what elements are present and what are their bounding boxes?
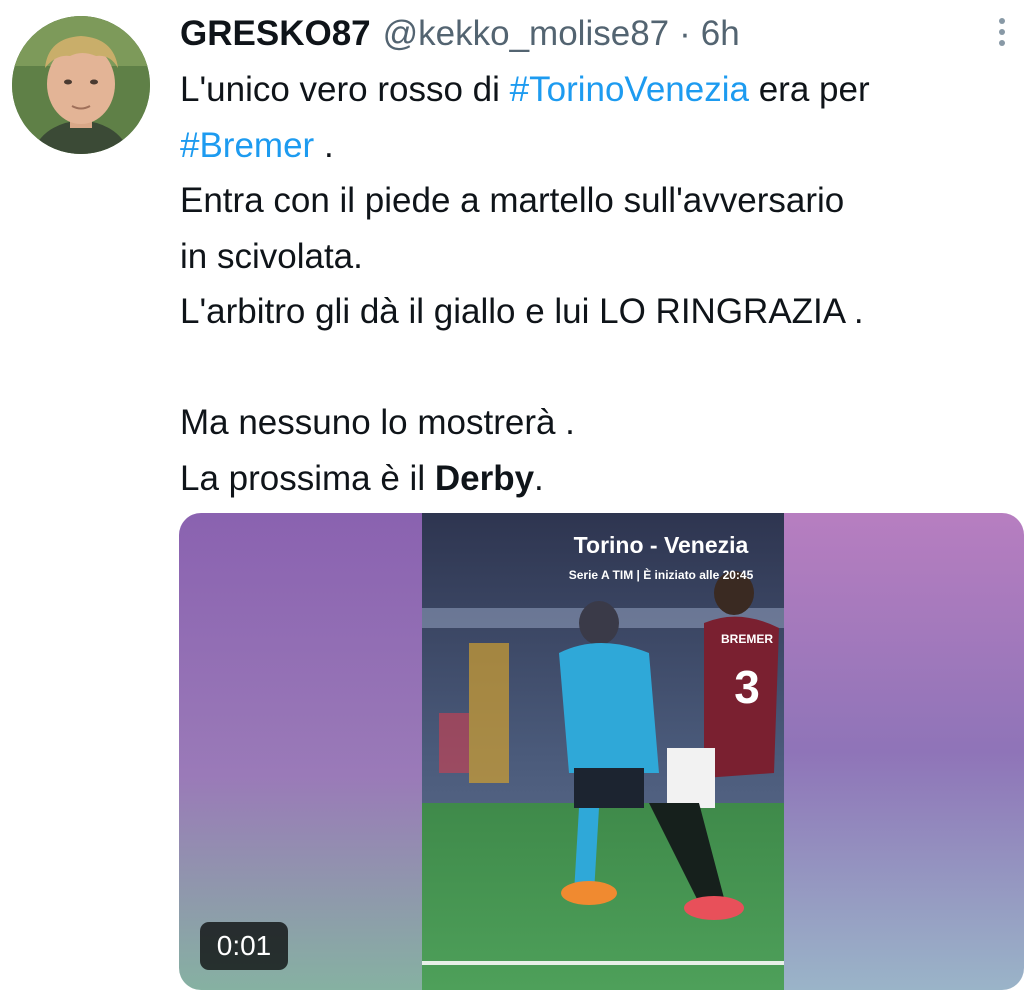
hashtag-link[interactable]: #TorinoVenezia [510, 70, 749, 109]
tweet-header: GRESKO87 @kekko_molise87 · 6h [180, 8, 740, 60]
video-overlay-subtitle: Serie A TIM | È iniziato alle 20:45 [569, 567, 754, 582]
jersey-number: 3 [734, 661, 760, 713]
text-segment: . [534, 458, 544, 498]
text-line: in scivolata. [180, 236, 363, 276]
text-line: La prossima è il Derby. [180, 451, 1010, 507]
timestamp[interactable]: 6h [701, 14, 740, 54]
text-segment: era per [748, 70, 870, 109]
user-handle[interactable]: @kekko_molise87 [383, 14, 670, 54]
text-line: Entra con il piede a martello sull'avver… [180, 181, 845, 220]
text-line: Ma nessuno lo mostrerà . [180, 403, 575, 442]
text-segment: L'unico vero rosso di [180, 70, 510, 109]
avatar-image [12, 16, 150, 154]
video-player[interactable]: 3 BREMER Torino - Venezia Serie A TIM | … [179, 513, 1024, 990]
video-thumbnail: 3 BREMER Torino - Venezia Serie A TIM | … [179, 513, 1024, 990]
bold-text: Derby [434, 458, 535, 498]
text-segment: . [314, 125, 334, 165]
text-segment: La prossima è il [180, 458, 435, 498]
avatar[interactable] [12, 16, 150, 154]
text-line: L'arbitro gli dà il giallo e lui LO RING… [180, 292, 864, 331]
vertical-dots-icon [990, 18, 1014, 46]
separator-dot: · [679, 14, 691, 53]
tweet-text: L'unico vero rosso di #TorinoVenezia era… [180, 62, 1010, 506]
video-duration-badge: 0:01 [200, 922, 288, 970]
hashtag-link[interactable]: #Bremer [180, 126, 314, 165]
display-name[interactable]: GRESKO87 [180, 14, 371, 54]
more-options-button[interactable] [990, 14, 1014, 54]
jersey-name: BREMER [721, 632, 773, 646]
text-line: L'unico vero rosso di #TorinoVenezia era… [180, 62, 1010, 118]
text-line: #Bremer . [180, 118, 1010, 174]
video-overlay-title: Torino - Venezia [574, 532, 749, 558]
